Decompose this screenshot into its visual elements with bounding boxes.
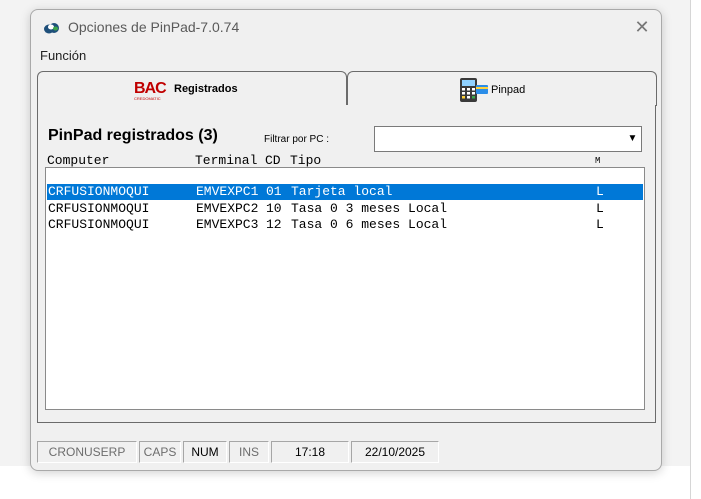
grid-header: Computer Terminal CD Tipo M xyxy=(47,153,647,168)
status-ins: INS xyxy=(229,441,269,463)
pinpad-options-window: Opciones de PinPad-7.0.74 ✕ Función BAC … xyxy=(30,9,662,471)
menu-item-funcion[interactable]: Función xyxy=(40,48,86,63)
title-bar: Opciones de PinPad-7.0.74 ✕ xyxy=(31,10,661,44)
row-tipo: Tarjeta local xyxy=(291,184,393,199)
row-terminal: EMVEXPC1 xyxy=(196,184,259,199)
row-terminal: EMVEXPC2 xyxy=(196,201,259,216)
row-cd: 01 xyxy=(266,184,282,199)
close-icon[interactable]: ✕ xyxy=(631,17,653,37)
tab-registrados[interactable]: BAC CREDOMATIC Registrados xyxy=(37,71,347,106)
app-cloud-icon xyxy=(44,23,59,34)
status-time: 17:18 xyxy=(271,441,349,463)
row-terminal: EMVEXPC3 xyxy=(196,217,259,232)
row-m: L xyxy=(596,201,604,216)
column-header-terminal: Terminal xyxy=(195,153,258,168)
row-computer: CRFUSIONMOQUI xyxy=(48,217,150,232)
column-header-computer: Computer xyxy=(47,153,110,168)
row-tipo: Tasa 0 3 meses Local xyxy=(291,201,448,216)
tab-registrados-label: Registrados xyxy=(174,83,238,95)
row-tipo: Tasa 0 6 meses Local xyxy=(291,217,448,232)
tab-pinpad[interactable]: Pinpad xyxy=(347,71,657,106)
column-header-m: M xyxy=(595,156,601,166)
status-user: CRONUSERP xyxy=(37,441,137,463)
chevron-down-icon[interactable]: ▼ xyxy=(624,127,641,151)
row-cd: 12 xyxy=(266,217,282,232)
row-m: L xyxy=(596,217,604,232)
filter-label: Filtrar por PC : xyxy=(264,134,330,145)
list-row-2[interactable]: CRFUSIONMOQUI EMVEXPC2 10 Tasa 0 3 meses… xyxy=(47,201,643,217)
list-row-1[interactable]: CRFUSIONMOQUI EMVEXPC1 01 Tarjeta local … xyxy=(47,184,643,200)
status-caps: CAPS xyxy=(139,441,181,463)
status-num: NUM xyxy=(183,441,227,463)
column-header-cd: CD xyxy=(265,153,281,168)
section-title: PinPad registrados (3) xyxy=(48,127,218,144)
column-header-tipo: Tipo xyxy=(290,153,322,168)
row-computer: CRFUSIONMOQUI xyxy=(48,201,150,216)
window-title: Opciones de PinPad-7.0.74 xyxy=(68,19,240,35)
background-strip-right xyxy=(690,0,701,499)
status-bar: CRONUSERP CAPS NUM INS 17:18 22/10/2025 xyxy=(31,435,661,469)
bac-logo-subtext: CREDOMATIC xyxy=(134,96,161,101)
pinpad-terminal-icon xyxy=(460,78,488,102)
pinpad-list[interactable]: CRFUSIONMOQUI EMVEXPC1 01 Tarjeta local … xyxy=(45,167,645,410)
row-cd: 10 xyxy=(266,201,282,216)
status-date: 22/10/2025 xyxy=(351,441,439,463)
row-computer: CRFUSIONMOQUI xyxy=(48,184,150,199)
tab-pinpad-label: Pinpad xyxy=(491,84,526,96)
filter-pc-select[interactable] xyxy=(374,126,642,152)
row-m: L xyxy=(596,184,604,199)
menu-bar: Función xyxy=(31,44,661,66)
bac-logo: BAC xyxy=(134,80,167,97)
list-row-3[interactable]: CRFUSIONMOQUI EMVEXPC3 12 Tasa 0 6 meses… xyxy=(47,217,643,233)
